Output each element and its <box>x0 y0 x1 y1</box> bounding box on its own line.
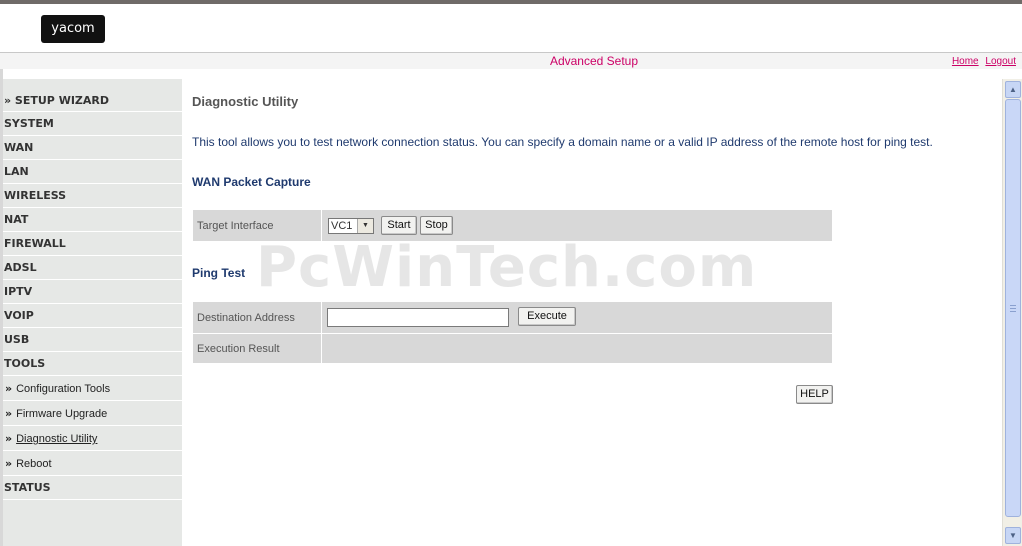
sidebar-item-tools[interactable]: TOOLS <box>3 352 182 376</box>
double-chevron-right-icon: » <box>5 407 13 420</box>
target-interface-row: Target Interface VC1 ▼ Start Stop <box>193 210 832 241</box>
execute-ping-button[interactable]: Execute <box>518 307 576 326</box>
double-chevron-right-icon: » <box>5 457 13 470</box>
main-content: Diagnostic Utility This tool allows you … <box>182 79 1002 546</box>
header-bar: Advanced Setup Home Logout <box>0 53 1022 69</box>
sidebar-subitem-reboot[interactable]: » Reboot <box>3 451 182 476</box>
interface-select[interactable]: VC1 ▼ <box>328 218 374 234</box>
start-capture-button[interactable]: Start <box>381 216 417 235</box>
sidebar-subitem-label: Reboot <box>16 458 52 470</box>
page-description: This tool allows you to test network con… <box>192 135 933 149</box>
double-chevron-right-icon: » <box>5 382 13 395</box>
sidebar-item-wireless[interactable]: WIRELESS <box>3 184 182 208</box>
home-link[interactable]: Home <box>952 56 979 67</box>
help-button[interactable]: HELP <box>796 385 833 404</box>
cell-divider <box>321 334 322 363</box>
destination-address-label: Destination Address <box>197 311 295 324</box>
sidebar-subitem-label: Configuration Tools <box>16 383 111 395</box>
sidebar-item-wan[interactable]: WAN <box>3 136 182 160</box>
sidebar-subitem-diagnostic-utility[interactable]: » Diagnostic Utility <box>3 426 182 451</box>
destination-row: Destination Address Execute <box>193 302 832 333</box>
wan-capture-heading: WAN Packet Capture <box>192 175 311 189</box>
ping-test-heading: Ping Test <box>192 266 246 280</box>
sidebar-item-firewall[interactable]: FIREWALL <box>3 232 182 256</box>
execution-result-row: Execution Result <box>193 334 832 363</box>
sidebar-item-setup-wizard[interactable]: » SETUP WIZARD <box>3 79 182 112</box>
execution-result-label: Execution Result <box>197 342 280 355</box>
cell-divider <box>321 210 322 241</box>
header-gap <box>0 69 1022 79</box>
sidebar-item-iptv[interactable]: IPTV <box>3 280 182 304</box>
sidebar-item-usb[interactable]: USB <box>3 328 182 352</box>
logo-bar: yacom <box>0 4 1022 52</box>
interface-select-value: VC1 <box>331 220 353 232</box>
sidebar-item-system[interactable]: SYSTEM <box>3 112 182 136</box>
sidebar-subitem-configuration-tools[interactable]: » Configuration Tools <box>3 376 182 401</box>
sidebar-item-adsl[interactable]: ADSL <box>3 256 182 280</box>
chevron-down-icon[interactable]: ▼ <box>357 219 373 233</box>
scroll-up-icon[interactable]: ▲ <box>1005 81 1021 98</box>
sidebar-item-voip[interactable]: VOIP <box>3 304 182 328</box>
header-links: Home Logout <box>948 56 1016 67</box>
scroll-grip <box>1010 305 1016 306</box>
scroll-down-icon[interactable]: ▼ <box>1005 527 1021 544</box>
sidebar-subitem-firmware-upgrade[interactable]: » Firmware Upgrade <box>3 401 182 426</box>
logout-link[interactable]: Logout <box>985 56 1016 67</box>
scrollbar-thumb[interactable] <box>1005 99 1021 517</box>
sidebar-item-nat[interactable]: NAT <box>3 208 182 232</box>
cell-divider <box>321 302 322 333</box>
target-interface-label: Target Interface <box>197 219 274 232</box>
sidebar-item-status[interactable]: STATUS <box>3 476 182 500</box>
brand-logo: yacom <box>41 15 105 43</box>
page-section-title: Advanced Setup <box>549 54 639 68</box>
sidebar-item-lan[interactable]: LAN <box>3 160 182 184</box>
sidebar-nav: » SETUP WIZARD SYSTEM WAN LAN WIRELESS NAT FIR… <box>3 79 182 546</box>
scroll-grip <box>1010 308 1016 309</box>
scroll-grip <box>1010 311 1016 312</box>
double-chevron-right-icon: » <box>5 432 13 445</box>
sidebar-subitem-label: Firmware Upgrade <box>16 408 108 420</box>
page-title: Diagnostic Utility <box>192 94 299 109</box>
stop-capture-button[interactable]: Stop <box>420 216 453 235</box>
destination-address-input[interactable] <box>327 308 509 327</box>
sidebar-subitem-label: Diagnostic Utility <box>16 433 98 445</box>
vertical-scrollbar[interactable]: ▲ ▼ <box>1002 79 1022 546</box>
